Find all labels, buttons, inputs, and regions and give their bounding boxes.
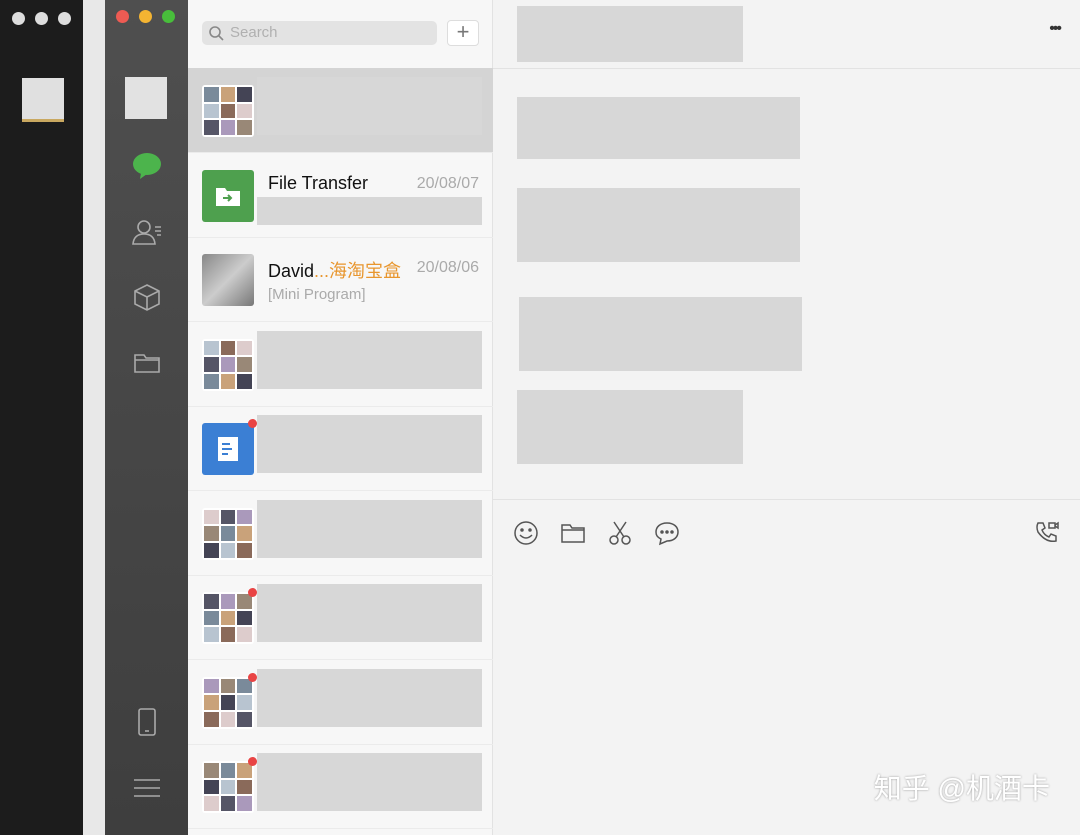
zoom-button[interactable] — [162, 10, 175, 23]
chats-icon[interactable] — [127, 146, 167, 186]
chat-list-item[interactable]: David...海淘宝盒 20/08/06 [Mini Program] — [188, 237, 493, 322]
emoji-icon[interactable] — [513, 520, 539, 546]
group-avatar — [202, 507, 254, 560]
group-avatar — [202, 676, 254, 729]
divider — [493, 499, 1080, 500]
menu-icon[interactable] — [127, 768, 167, 808]
document-avatar — [202, 423, 254, 475]
message — [519, 297, 802, 371]
chat-time: 20/08/07 — [416, 174, 479, 192]
phone-icon[interactable] — [127, 702, 167, 742]
chat-name: David...海淘宝盒 — [268, 261, 402, 281]
chat-list-item[interactable]: File Transfer 20/08/07 — [188, 153, 493, 238]
group-avatar — [202, 85, 254, 137]
chat-redacted — [257, 330, 482, 389]
divider — [493, 68, 1080, 69]
chat-preview: [Mini Program] — [268, 286, 366, 303]
window-dot — [12, 12, 25, 25]
chat-list-item[interactable] — [188, 68, 493, 153]
chat-preview-redacted — [257, 196, 482, 225]
chat-time: 20/08/06 — [416, 259, 479, 276]
unread-badge — [248, 588, 257, 597]
chat-list-item[interactable] — [188, 406, 493, 491]
search-icon — [209, 26, 224, 41]
chat-list-item[interactable] — [188, 744, 493, 829]
search-placeholder: Search — [230, 24, 278, 41]
message — [517, 188, 800, 262]
chat-list-item[interactable] — [188, 575, 493, 660]
chat-bubble-icon[interactable] — [654, 520, 680, 546]
scissors-icon[interactable] — [607, 520, 633, 546]
back-window-list — [83, 0, 105, 835]
call-icon[interactable] — [1034, 520, 1060, 546]
chat-redacted — [257, 584, 482, 642]
chat-redacted — [257, 415, 482, 473]
chat-list-item[interactable] — [188, 660, 493, 745]
close-button[interactable] — [116, 10, 129, 23]
folder-icon[interactable] — [127, 343, 167, 383]
contacts-icon[interactable] — [127, 212, 167, 252]
file-transfer-avatar — [202, 169, 254, 222]
chat-name: File Transfer — [268, 172, 369, 193]
discover-icon[interactable] — [127, 277, 167, 317]
chat-title — [517, 6, 743, 62]
window-dot — [58, 12, 71, 25]
message — [517, 390, 743, 464]
back-window-sidebar — [0, 0, 83, 835]
chat-panel: ••• — [493, 0, 1080, 835]
group-avatar — [202, 592, 254, 644]
chat-redacted — [257, 753, 482, 811]
chat-redacted — [257, 668, 482, 727]
message — [517, 97, 800, 159]
search-input[interactable]: Search — [202, 21, 437, 45]
chat-list: Search + File Transfer 20/08/07 David...海淘… — [188, 0, 493, 835]
unread-badge — [248, 419, 257, 428]
avatar[interactable] — [22, 78, 64, 122]
minimize-button[interactable] — [139, 10, 152, 23]
add-button[interactable]: + — [447, 20, 479, 46]
avatar[interactable] — [125, 77, 167, 119]
more-button[interactable]: ••• — [1049, 20, 1062, 38]
unread-badge — [248, 757, 257, 766]
avatar — [202, 254, 254, 306]
chat-list-item[interactable] — [188, 322, 493, 407]
chat-list-item[interactable] — [188, 491, 493, 576]
group-avatar — [202, 338, 254, 391]
folder-icon[interactable] — [560, 520, 586, 546]
chat-redacted — [257, 499, 482, 558]
sidebar — [105, 0, 188, 835]
chat-redacted — [257, 77, 482, 135]
window-dot — [35, 12, 48, 25]
watermark: 知乎 @机酒卡 — [873, 773, 1050, 804]
unread-badge — [248, 672, 257, 682]
group-avatar — [202, 761, 254, 813]
